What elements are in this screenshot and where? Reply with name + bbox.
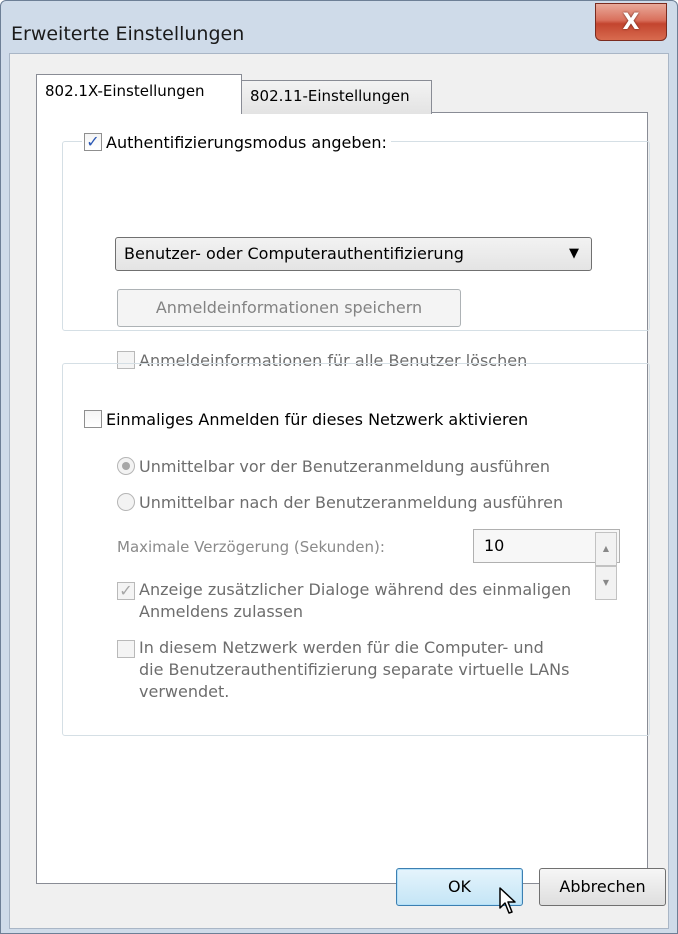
check-icon: ✓ [119, 581, 133, 600]
max-delay-value: 10 [484, 536, 505, 555]
radio-after-logon-row[interactable]: Unmittelbar nach der Benutzeranmeldung a… [117, 489, 563, 515]
separate-vlans-label: In diesem Netzwerk werden für die Comput… [139, 638, 570, 701]
save-credentials-button[interactable]: Anmeldeinformationen speichern [117, 289, 461, 327]
radio-after-logon[interactable] [117, 493, 135, 511]
radio-dot [122, 462, 130, 470]
close-icon: X [622, 9, 640, 35]
title-bar[interactable]: Erweiterte Einstellungen X [1, 1, 677, 53]
window-title: Erweiterte Einstellungen [11, 23, 245, 45]
auth-mode-select[interactable]: Benutzer- oder Computerauthentifizierung… [115, 237, 592, 271]
sso-enable-label: Einmaliges Anmelden für dieses Netzwerk … [106, 409, 529, 429]
spinner-buttons: ▲ ▼ [595, 532, 617, 600]
separate-vlans-row[interactable]: In diesem Netzwerk werden für die Comput… [117, 637, 569, 703]
max-delay-label: Maximale Verzögerung (Sekunden): [117, 534, 385, 560]
separate-vlans-checkbox[interactable] [117, 640, 135, 658]
close-button[interactable]: X [595, 3, 667, 41]
spinner-up-icon[interactable]: ▲ [595, 532, 617, 566]
radio-before-logon[interactable] [117, 457, 135, 475]
tab-80211-settings[interactable]: 802.11-Einstellungen [241, 80, 432, 114]
cancel-button[interactable]: Abbrechen [539, 868, 666, 906]
spinner-down-icon[interactable]: ▼ [595, 566, 617, 600]
mouse-pointer-icon [499, 887, 516, 914]
check-icon: ✓ [86, 132, 100, 151]
show-dialogs-checkbox[interactable]: ✓ [117, 582, 135, 600]
radio-before-logon-row[interactable]: Unmittelbar vor der Benutzeranmeldung au… [117, 453, 550, 479]
show-dialogs-row[interactable]: ✓ Anzeige zusätzlicher Dialoge während d… [117, 579, 571, 623]
dialog-window: Erweiterte Einstellungen X 802.1X-Einste… [0, 0, 678, 934]
max-delay-text: Maximale Verzögerung (Sekunden): [117, 538, 385, 556]
radio-after-logon-label: Unmittelbar nach der Benutzeranmeldung a… [139, 492, 564, 512]
radio-before-logon-label: Unmittelbar vor der Benutzeranmeldung au… [139, 456, 551, 476]
auth-mode-checkbox[interactable]: ✓ [84, 133, 102, 151]
show-dialogs-label: Anzeige zusätzlicher Dialoge während des… [139, 580, 572, 621]
sso-legend[interactable]: Einmaliges Anmelden für dieses Netzwerk … [82, 406, 533, 432]
auth-mode-label: Authentifizierungsmodus angeben: [106, 132, 387, 152]
chevron-down-icon: ▼ [569, 246, 579, 261]
tab-panel: ✓ Authentifizierungsmodus angeben: Benut… [36, 112, 650, 884]
sso-enable-checkbox[interactable] [84, 410, 102, 428]
max-delay-spinner[interactable]: 10 ▲ ▼ [473, 529, 620, 600]
dialog-client-area: 802.1X-Einstellungen 802.11-Einstellunge… [9, 53, 669, 929]
auth-mode-legend[interactable]: ✓ Authentifizierungsmodus angeben: [82, 129, 391, 155]
auth-mode-select-value: Benutzer- oder Computerauthentifizierung [124, 244, 464, 263]
tab-8021x-settings[interactable]: 802.1X-Einstellungen [36, 74, 242, 114]
